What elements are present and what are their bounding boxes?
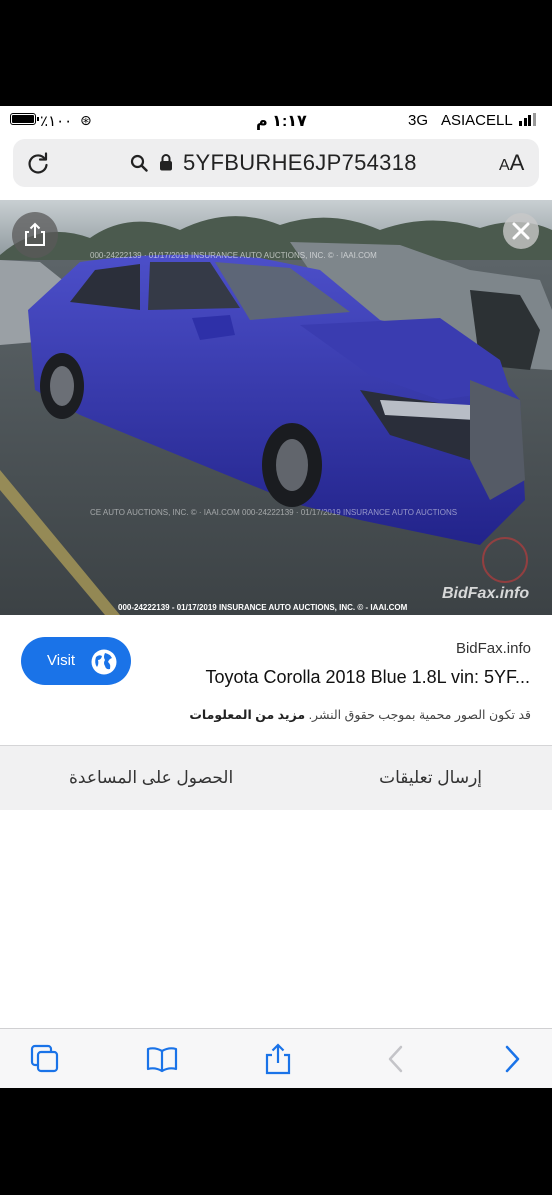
svg-text:CE AUTO AUCTIONS, INC. © · IAA: CE AUTO AUCTIONS, INC. © · IAAI.COM 000-… <box>90 508 457 517</box>
copyright-text: قد تكون الصور محمية بموجب حقوق النشر. <box>308 708 531 722</box>
network-type: 3G <box>408 112 429 129</box>
image-watermark-brand: BidFax.info <box>442 585 530 602</box>
visit-button[interactable]: Visit <box>21 637 131 685</box>
carrier-name: ASIACELL <box>441 112 513 129</box>
lock-icon <box>160 154 172 171</box>
footer-links: إرسال تعليقات الحصول على المساعدة <box>0 746 552 810</box>
get-help-link[interactable]: الحصول على المساعدة <box>69 768 233 788</box>
orientation-lock-icon: ⊛ <box>80 112 92 128</box>
close-icon <box>512 222 530 240</box>
share-icon <box>25 222 45 246</box>
text-size-button[interactable]: AA <box>499 150 524 176</box>
result-source[interactable]: BidFax.info <box>456 640 531 657</box>
battery-icon <box>10 113 39 125</box>
clock: ١:١٧ م <box>256 113 307 130</box>
globe-icon <box>91 649 117 675</box>
copyright-note: قد تكون الصور محمية بموجب حقوق النشر. مز… <box>189 707 531 722</box>
browser-header: 5YFBURHE6JP754318 AA <box>0 134 552 200</box>
send-feedback-link[interactable]: إرسال تعليقات <box>379 768 482 788</box>
signal-icon <box>519 113 536 126</box>
reload-icon[interactable] <box>25 150 51 176</box>
page-blank-area <box>0 810 552 1028</box>
browser-toolbar <box>0 1028 552 1088</box>
search-result-image[interactable]: 000-24222139 · 01/17/2019 INSURANCE AUTO… <box>0 200 552 615</box>
image-watermark-caption: 000-24222139 - 01/17/2019 INSURANCE AUTO… <box>118 603 408 612</box>
address-bar[interactable]: 5YFBURHE6JP754318 AA <box>13 139 539 187</box>
more-info-link[interactable]: مزيد من المعلومات <box>189 708 305 722</box>
home-indicator-area <box>0 1088 552 1195</box>
back-icon[interactable] <box>379 1042 413 1076</box>
share-image-button[interactable] <box>12 212 58 258</box>
close-image-button[interactable] <box>503 213 539 249</box>
search-icon <box>130 154 148 172</box>
bookmarks-icon[interactable] <box>145 1042 179 1076</box>
visit-button-label: Visit <box>47 652 76 669</box>
result-title[interactable]: Toyota Corolla 2018 Blue 1.8L vin: 5YF..… <box>205 667 530 688</box>
forward-icon[interactable] <box>495 1042 529 1076</box>
battery-percent: ٪١٠٠ <box>40 113 73 130</box>
url-text[interactable]: 5YFBURHE6JP754318 <box>183 150 417 176</box>
car-photo: 000-24222139 · 01/17/2019 INSURANCE AUTO… <box>0 200 552 615</box>
svg-text:000-24222139 · 01/17/2019 INSU: 000-24222139 · 01/17/2019 INSURANCE AUTO… <box>90 251 377 260</box>
status-bar: ٪١٠٠ ⊛ ١:١٧ م 3G ASIACELL <box>0 106 552 134</box>
share-page-icon[interactable] <box>261 1042 295 1076</box>
image-info-card: Visit BidFax.info Toyota Corolla 2018 Bl… <box>0 615 552 745</box>
tabs-icon[interactable] <box>28 1042 62 1076</box>
